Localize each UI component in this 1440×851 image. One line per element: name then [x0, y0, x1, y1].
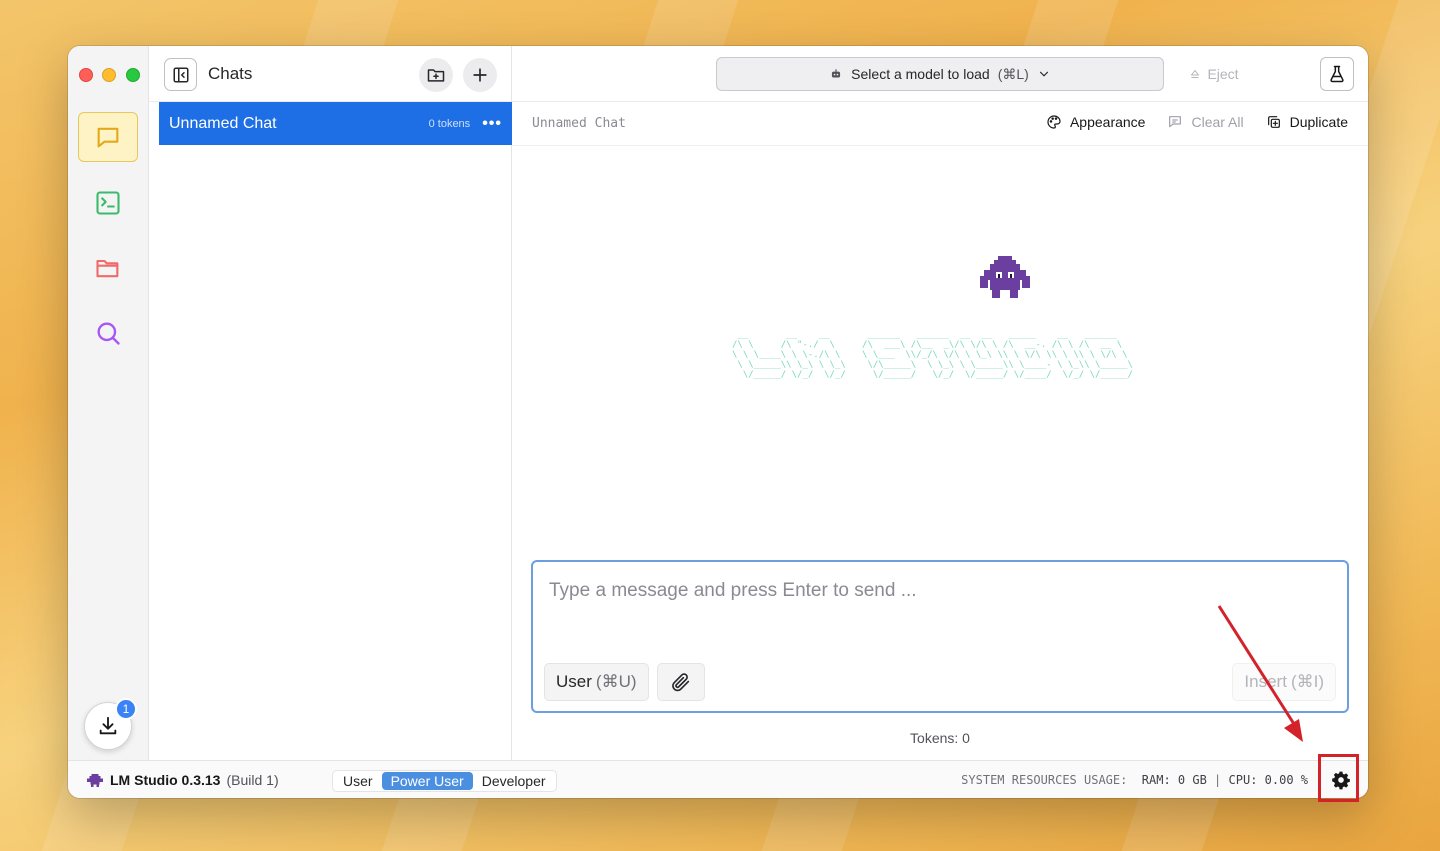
nav-developer[interactable]: [78, 178, 138, 228]
model-select-shortcut: (⌘L): [997, 65, 1029, 82]
status-bar: LM Studio 0.3.13 (Build 1) User Power Us…: [68, 760, 1368, 798]
message-input[interactable]: [549, 580, 1309, 602]
toggle-sidebar-button[interactable]: [164, 58, 197, 91]
role-toggle-button[interactable]: User (⌘U): [544, 663, 649, 701]
mode-power-user[interactable]: Power User: [381, 772, 473, 790]
system-resources-usage: SYSTEM RESOURCES USAGE: RAM: 0 GB | CPU:…: [961, 773, 1308, 787]
model-select-label: Select a model to load: [851, 66, 990, 82]
robot-icon: [832, 69, 841, 78]
ram-usage: RAM: 0 GB: [1141, 773, 1207, 787]
mode-user[interactable]: User: [334, 772, 382, 790]
flask-icon: [1330, 65, 1344, 83]
role-label: User: [556, 672, 592, 691]
download-icon: [99, 716, 117, 735]
chat-item-tokens: 0 tokens: [428, 117, 471, 130]
chat-bubble-icon: [97, 127, 119, 148]
chat-item-name: Unnamed Chat: [169, 114, 277, 132]
new-folder-button[interactable]: [419, 58, 453, 92]
palette-icon: [1047, 115, 1061, 129]
tokens-count: Tokens: 0: [910, 730, 970, 746]
terminal-icon: [96, 191, 120, 215]
mode-developer[interactable]: Developer: [473, 772, 555, 790]
cpu-usage: CPU: 0.00 %: [1228, 773, 1308, 787]
eject-button[interactable]: Eject: [1176, 58, 1252, 90]
new-chat-button[interactable]: [463, 58, 497, 92]
nav-my-models[interactable]: [78, 243, 138, 293]
eject-label: Eject: [1207, 66, 1239, 82]
app-build: (Build 1): [226, 772, 279, 788]
downloads-button[interactable]: 1: [84, 698, 137, 750]
search-icon: [97, 322, 120, 345]
ui-mode-switch: User Power User Developer: [332, 770, 557, 792]
zoom-window-button[interactable]: [126, 68, 140, 82]
duplicate-label: Duplicate: [1289, 114, 1348, 130]
paperclip-icon: [672, 673, 690, 692]
app-version: LM Studio 0.3.13 (Build 1): [86, 772, 279, 788]
minimize-window-button[interactable]: [102, 68, 116, 82]
nav-discover[interactable]: [78, 308, 138, 358]
plus-icon: [473, 68, 487, 82]
chat-list-item[interactable]: Unnamed Chat 0 tokens •••: [159, 102, 512, 145]
appearance-label: Appearance: [1069, 114, 1146, 130]
eject-icon: [1191, 70, 1200, 78]
clear-chat-icon: [1169, 116, 1182, 128]
attach-file-button[interactable]: [657, 663, 705, 701]
app-window: 1 Chats Unnamed Chat 0 tokens ••• Select…: [68, 46, 1368, 798]
experiments-button[interactable]: [1320, 57, 1354, 91]
top-bar: Select a model to load (⌘L) Eject: [512, 46, 1368, 102]
role-shortcut: (⌘U): [595, 672, 637, 691]
chat-main: Select a model to load (⌘L) Eject Unname…: [512, 46, 1368, 760]
clear-all-label: Clear All: [1191, 114, 1244, 130]
model-select-button[interactable]: Select a model to load (⌘L): [716, 57, 1164, 91]
message-composer: User (⌘U) Insert (⌘I): [531, 560, 1349, 713]
nav-rail: 1: [68, 46, 149, 760]
ascii-logo-art: __ __ __ ______ ______ __ __ _____ __ __…: [732, 330, 1133, 380]
insert-label: Insert: [1244, 672, 1287, 691]
chevron-down-icon: [1039, 71, 1048, 77]
lm-studio-logo-icon: [87, 773, 103, 787]
lm-studio-mascot-icon: [980, 256, 1030, 298]
folder-plus-icon: [427, 69, 445, 82]
duplicate-button[interactable]: Duplicate: [1266, 114, 1348, 130]
clear-all-button[interactable]: Clear All: [1167, 114, 1244, 130]
app-name: LM Studio 0.3.13: [110, 772, 221, 788]
chats-header: Chats: [149, 46, 511, 102]
close-window-button[interactable]: [79, 68, 93, 82]
more-options-icon[interactable]: •••: [482, 115, 502, 132]
usage-label: SYSTEM RESOURCES USAGE:: [961, 773, 1128, 787]
chats-title: Chats: [208, 64, 253, 83]
insert-shortcut: (⌘I): [1290, 672, 1324, 691]
appearance-button[interactable]: Appearance: [1046, 114, 1146, 130]
duplicate-icon: [1267, 116, 1280, 128]
downloads-badge: 1: [115, 698, 137, 720]
nav-chat[interactable]: [78, 112, 138, 162]
chat-title[interactable]: Unnamed Chat: [532, 116, 626, 131]
chats-sidebar: Chats Unnamed Chat 0 tokens •••: [149, 46, 512, 760]
sidebar-collapse-icon: [173, 67, 188, 82]
chat-subbar: Unnamed Chat Appearance Clear All Duplic…: [512, 102, 1368, 146]
insert-button[interactable]: Insert (⌘I): [1232, 663, 1336, 701]
folder-icon: [96, 259, 119, 278]
settings-highlight-box: [1318, 754, 1359, 802]
